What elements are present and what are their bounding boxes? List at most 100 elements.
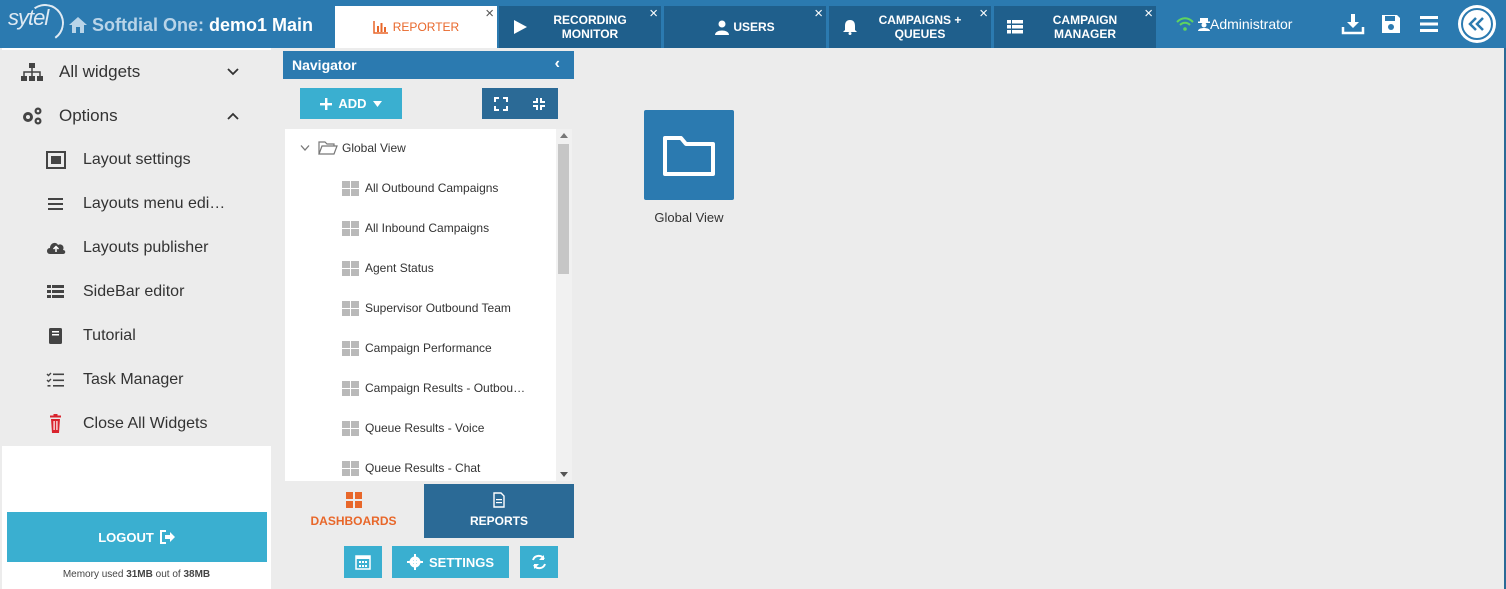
sidebar-item-layout-settings[interactable]: Layout settings (2, 138, 271, 182)
user-icon (715, 20, 730, 35)
layout-name: demo1 Main (209, 14, 314, 35)
tree-item-label: Queue Results - Voice (365, 421, 485, 435)
book-icon (49, 328, 62, 344)
tree-item-label: Supervisor Outbound Team (365, 301, 511, 315)
dashboard-grid-icon (342, 460, 359, 476)
logout-label: LOGOUT (98, 529, 154, 545)
tab-dashboards[interactable]: DASHBOARDS (283, 484, 424, 538)
calendar-icon (355, 555, 371, 570)
chevron-down-icon[interactable] (300, 144, 310, 152)
expand-all-button[interactable] (482, 88, 520, 119)
sidebar-item-layouts-menu-editor[interactable]: Layouts menu edi… (2, 182, 271, 226)
settings-label: SETTINGS (428, 554, 494, 570)
folder-label: Global View (654, 210, 724, 225)
tree-item[interactable]: Agent Status (342, 259, 434, 277)
sidebar-group-options[interactable]: Options (2, 94, 271, 138)
sidebar-group-label: Options (59, 106, 118, 125)
table-icon (47, 285, 64, 298)
wifi-icon (1176, 17, 1194, 31)
close-icon[interactable]: × (814, 6, 823, 21)
tab-campaign-manager[interactable]: CAMPAIGN MANAGER × (994, 6, 1156, 48)
dashboard-grid-icon (342, 340, 359, 356)
save-icon[interactable] (1379, 12, 1403, 36)
refresh-icon (532, 554, 546, 570)
tree-item[interactable]: Queue Results - Chat (342, 459, 480, 477)
sidebar-item-close-all-widgets[interactable]: Close All Widgets (2, 402, 271, 446)
tree-item[interactable]: Campaign Results - Outbou… (342, 379, 525, 397)
tree-item[interactable]: Supervisor Outbound Team (342, 299, 511, 317)
folder-icon (663, 136, 715, 176)
tree-scrollbar[interactable] (556, 129, 572, 481)
close-icon[interactable]: × (485, 6, 494, 21)
scroll-up-icon[interactable] (560, 132, 568, 140)
tab-label: REPORTER (392, 20, 460, 34)
tab-label: REPORTS (469, 514, 528, 528)
gear-icon (406, 554, 423, 570)
dashboard-grid-icon (342, 180, 359, 196)
trash-icon (50, 414, 61, 433)
tree-item-label: Campaign Results - Outbou… (365, 381, 526, 395)
navigator-bottom-tabs: DASHBOARDS REPORTS (283, 484, 574, 538)
sidebar-group-all-widgets[interactable]: All widgets (2, 50, 271, 94)
scrollbar-thumb[interactable] (558, 144, 569, 274)
sidebar-item-label: Layouts publisher (83, 239, 209, 256)
menu-icon[interactable] (1417, 12, 1441, 36)
scroll-down-icon[interactable] (560, 470, 568, 478)
close-icon[interactable]: × (649, 6, 658, 21)
sidebar-item-label: Layouts menu edi… (83, 195, 226, 212)
user-name: Administrator (1210, 16, 1293, 32)
add-button[interactable]: ADD (300, 88, 402, 119)
memory-used: 31MB (126, 569, 153, 580)
collapse-navigator-icon[interactable]: ‹ (555, 55, 560, 73)
tree-item-label: Queue Results - Chat (365, 461, 481, 475)
tab-campaigns-queues[interactable]: CAMPAIGNS + QUEUES × (829, 6, 991, 48)
refresh-button[interactable] (520, 546, 558, 578)
expand-icon (494, 96, 508, 111)
close-icon[interactable]: × (979, 6, 988, 21)
navigator-panel: Navigator ‹ ADD Global View All Outbound… (283, 51, 574, 589)
sidebar-item-tutorial[interactable]: Tutorial (2, 314, 271, 358)
tree-item[interactable]: All Inbound Campaigns (342, 219, 489, 237)
tree-item-label: All Outbound Campaigns (365, 181, 499, 195)
tree-item[interactable]: Campaign Performance (342, 339, 492, 357)
dashboard-grid-icon (342, 380, 359, 396)
tab-reports[interactable]: REPORTS (424, 484, 574, 538)
sidebar-item-label: SideBar editor (83, 283, 185, 300)
dashboard-grid-icon (342, 220, 359, 236)
tab-label-line1: CAMPAIGNS + (878, 13, 962, 27)
settings-button[interactable]: SETTINGS (392, 546, 509, 578)
chevron-down-icon (227, 68, 239, 76)
memory-usage: Memory used 31MB out of 38MB (2, 569, 271, 580)
tab-label-line1: RECORDING (553, 13, 627, 27)
folder-tile-global-view[interactable] (644, 110, 734, 200)
download-icon[interactable] (1341, 12, 1365, 36)
tab-label-line2: MONITOR (561, 27, 619, 41)
calendar-button[interactable] (344, 546, 382, 578)
tab-label-line2: QUEUES (894, 27, 946, 41)
tree-item[interactable]: Queue Results - Voice (342, 419, 484, 437)
sidebar-item-sidebar-editor[interactable]: SideBar editor (2, 270, 271, 314)
app-title: Softdial One: demo1 Main (68, 13, 313, 37)
tab-recording-monitor[interactable]: RECORDING MONITOR × (499, 6, 661, 48)
collapse-all-button[interactable] (520, 88, 558, 119)
double-chevron-left-icon (1461, 8, 1493, 40)
tree-item[interactable]: All Outbound Campaigns (342, 179, 498, 197)
tab-reporter[interactable]: REPORTER × (335, 6, 497, 48)
home-icon[interactable] (68, 16, 88, 34)
sidebar-item-layouts-publisher[interactable]: Layouts publisher (2, 226, 271, 270)
sidebar-item-task-manager[interactable]: Task Manager (2, 358, 271, 402)
dashboard-grid-icon (342, 300, 359, 316)
navigator-title: Navigator (292, 57, 357, 73)
sidebar-item-label: Close All Widgets (83, 415, 208, 432)
memory-prefix: Memory used (62, 569, 124, 580)
cloud-upload-icon (47, 242, 66, 254)
connection-status: Administrator (1176, 14, 1292, 34)
file-icon (493, 492, 505, 508)
sidebar: All widgets Options Layout settings Layo… (2, 48, 271, 589)
close-icon[interactable]: × (1144, 6, 1153, 21)
tab-users[interactable]: USERS × (664, 6, 826, 48)
logout-button[interactable]: LOGOUT (7, 512, 267, 562)
tree-node-global-view[interactable]: Global View (300, 139, 406, 157)
collapse-sidebar-button[interactable] (1458, 5, 1496, 43)
list-icon (48, 198, 63, 210)
